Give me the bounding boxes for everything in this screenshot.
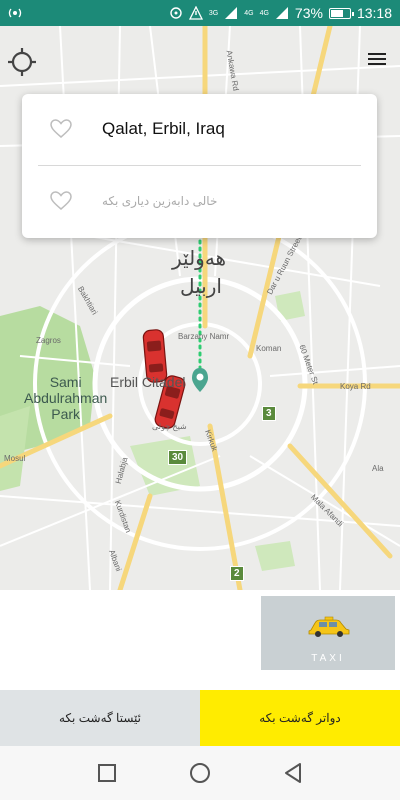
road-shield: 2 <box>230 566 244 581</box>
road-shield: 30 <box>168 450 188 465</box>
menu-icon[interactable] <box>366 50 388 68</box>
dropoff-location-field[interactable]: خالی دابەزین دیاری بکە <box>102 194 217 208</box>
road-shield: 3 <box>262 406 276 421</box>
location-search-card: Qalat, Erbil, Iraq خالی دابەزین دیاری بک… <box>22 94 377 238</box>
location-pin <box>192 368 208 392</box>
home-icon[interactable] <box>188 761 212 785</box>
park-label-line: Sami <box>49 374 82 390</box>
battery-icon <box>328 7 354 19</box>
vehicle-option-label: TAXI <box>311 653 345 664</box>
street-label: Koya Rd <box>340 382 371 391</box>
street-label: Mosul <box>4 454 26 463</box>
signal-icon <box>275 7 288 19</box>
dropoff-row[interactable]: خالی دابەزین دیاری بکە <box>22 166 377 236</box>
clock: 13:18 <box>356 5 392 21</box>
action-buttons: ئێستا گەشت بکە دواتر گەشت بکە <box>0 690 400 746</box>
favorite-heart-icon[interactable] <box>50 191 72 211</box>
park-area <box>255 541 295 571</box>
ride-now-button[interactable]: ئێستا گەشت بکە <box>0 690 200 746</box>
city-label-arabic: اربيل <box>180 276 222 298</box>
park-label-line: Abdulrahman <box>24 390 108 406</box>
park-label: Sami Abdulrahman Park <box>24 374 107 422</box>
road-mala-afandi <box>287 443 393 559</box>
network-label-4g-2: 4G <box>259 9 269 17</box>
street-label: Zagros <box>36 336 61 345</box>
system-nav-bar <box>0 746 400 800</box>
alert-icon <box>188 6 203 20</box>
battery-percent: 73% <box>294 5 323 21</box>
street-label: Ala <box>372 464 384 473</box>
network-label-4g-1: 4G <box>244 9 254 17</box>
ride-later-button[interactable]: دواتر گەشت بکە <box>200 690 400 746</box>
park-label-line: Park <box>51 406 81 422</box>
favorite-heart-icon[interactable] <box>50 119 72 139</box>
sync-icon <box>170 7 182 19</box>
back-icon[interactable] <box>281 761 305 785</box>
city-label-kurdish: هەولێر <box>172 248 227 270</box>
street-label: Barzany Namr <box>178 332 230 341</box>
pickup-row[interactable]: Qalat, Erbil, Iraq <box>22 94 377 164</box>
hotspot-icon <box>8 8 22 18</box>
vehicle-option-taxi[interactable]: TAXI <box>261 596 395 670</box>
taxi-car-icon <box>308 616 350 637</box>
street-label: Koman <box>256 344 282 353</box>
pickup-location-field[interactable]: Qalat, Erbil, Iraq <box>102 119 225 139</box>
network-label-3g: 3G <box>208 9 219 17</box>
street-label: شیخ چولی <box>152 422 187 431</box>
recents-icon[interactable] <box>95 761 119 785</box>
my-location-icon[interactable] <box>6 46 38 78</box>
signal-icon <box>225 7 238 19</box>
center-label: Erbil Citadel <box>110 374 186 390</box>
status-bar: 3G 4G 4G 73% 13:18 <box>0 0 400 26</box>
